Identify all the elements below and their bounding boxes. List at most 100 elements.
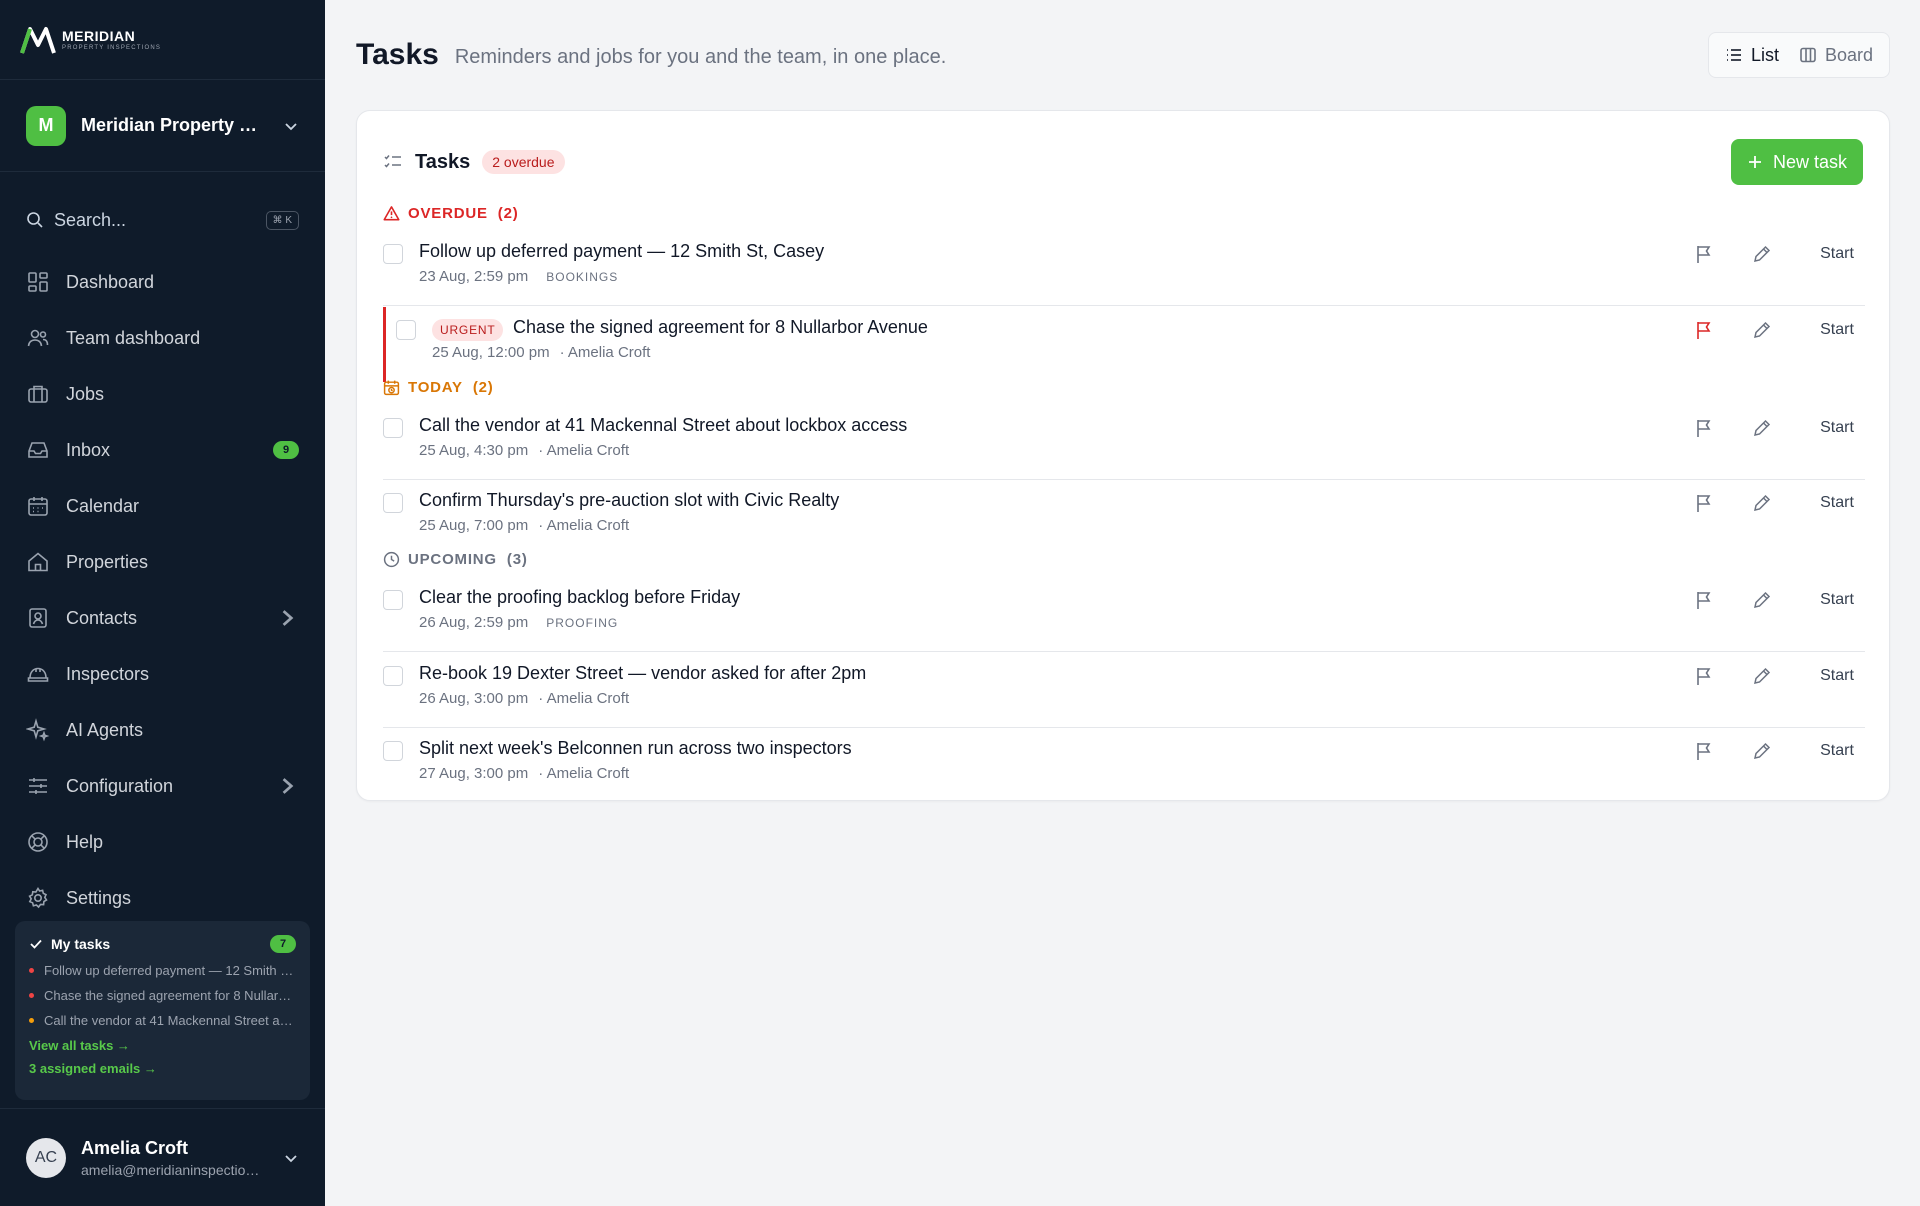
start-task-button[interactable]: Start [1809,591,1865,609]
tasks-card: Tasks 2 overdue New task OVERDUE (2) Follo… [356,110,1890,801]
overdue-badge: 2 overdue [482,150,565,174]
task-row[interactable]: Follow up deferred payment — 12 Smith St… [383,231,1865,306]
task-row[interactable]: URGENT Chase the signed agreement for 8 N… [383,307,1865,382]
task-checkbox[interactable] [383,666,403,686]
urgent-badge: URGENT [432,319,504,341]
flag-icon[interactable] [1693,665,1715,687]
task-title[interactable]: Call the vendor at 41 Mackennal Street a… [419,415,907,436]
checklist-icon [384,155,401,168]
my-tasks-item[interactable]: Follow up deferred payment — 12 Smith St… [29,963,296,978]
flag-icon[interactable] [1693,319,1715,341]
sidebar-item-dashboard[interactable]: Dashboard [0,254,325,310]
sidebar-item-label: Dashboard [66,271,155,292]
task-assignee: · Amelia Croft [538,517,630,534]
my-tasks-item[interactable]: Chase the signed agreement for 8 Nullarb… [29,988,296,1003]
task-meta: 25 Aug, 7:00 pm · Amelia Croft [419,517,629,534]
edit-pencil-icon[interactable] [1751,417,1773,439]
sidebar-nav: Dashboard Team dashboard Jobs Inbox 9 Calenda… [0,254,325,926]
start-task-button[interactable]: Start [1809,494,1865,512]
sidebar-item-label: Inspectors [66,663,150,684]
chevron-right-icon [282,610,294,626]
task-row[interactable]: Clear the proofing backlog before Friday… [383,577,1865,652]
inbox-icon [28,442,48,458]
flag-icon[interactable] [1693,589,1715,611]
view-toggle: List Board [1707,32,1890,78]
edit-pencil-icon[interactable] [1751,665,1773,687]
chevron-right-icon [282,778,294,794]
sidebar-item-settings[interactable]: Settings [0,870,325,926]
flag-icon[interactable] [1693,492,1715,514]
section-label: OVERDUE [408,205,488,222]
sidebar-item-calendar[interactable]: Calendar [0,478,325,534]
edit-pencil-icon[interactable] [1751,740,1773,762]
flag-icon[interactable] [1693,417,1715,439]
sidebar-item-help[interactable]: Help [0,814,325,870]
task-checkbox[interactable] [383,493,403,513]
sidebar-item-inbox[interactable]: Inbox 9 [0,422,325,478]
task-title[interactable]: Clear the proofing backlog before Friday [419,587,740,608]
task-checkbox[interactable] [383,741,403,761]
edit-pencil-icon[interactable] [1751,492,1773,514]
sidebar-item-jobs[interactable]: Jobs [0,366,325,422]
user-menu[interactable]: AC Amelia Croft amelia@meridianinspectio… [0,1108,325,1206]
task-actions: Start [1693,740,1865,762]
hardhat-icon [27,667,49,682]
chevron-down-icon [285,1154,297,1162]
task-title[interactable]: Confirm Thursday's pre-auction slot with… [419,490,839,511]
sidebar-item-inspectors[interactable]: Inspectors [0,646,325,702]
task-title[interactable]: Chase the signed agreement for 8 Nullarb… [513,317,928,338]
task-title[interactable]: Follow up deferred payment — 12 Smith St… [419,241,824,262]
sidebar-item-contacts[interactable]: Contacts [0,590,325,646]
sidebar-item-label: AI Agents [66,719,144,740]
start-task-button[interactable]: Start [1809,245,1865,263]
flag-icon[interactable] [1693,243,1715,265]
task-due-date: 25 Aug, 4:30 pm [419,442,529,459]
start-task-button[interactable]: Start [1809,667,1865,685]
lifebuoy-icon [28,832,48,852]
start-task-button[interactable]: Start [1809,419,1865,437]
task-row[interactable]: Split next week's Belconnen run across t… [383,728,1865,803]
priority-dot [29,993,34,998]
my-tasks-item[interactable]: Call the vendor at 41 Mackennal Street a… [29,1013,296,1028]
sidebar-item-configuration[interactable]: Configuration [0,758,325,814]
sidebar-item-ai-agents[interactable]: AI Agents [0,702,325,758]
task-checkbox[interactable] [383,244,403,264]
search-shortcut: ⌘ K [265,210,299,230]
new-task-button[interactable]: New task [1730,139,1863,185]
edit-pencil-icon[interactable] [1751,243,1773,265]
assigned-emails-link[interactable]: 3 assigned emails → [29,1061,296,1076]
section-overdue: OVERDUE (2) [383,205,519,222]
task-checkbox[interactable] [396,320,416,340]
task-row[interactable]: Call the vendor at 41 Mackennal Street a… [383,405,1865,480]
search-placeholder: Search... [54,209,127,230]
view-list-button[interactable]: List [1715,38,1789,72]
task-due-date: 27 Aug, 3:00 pm [419,765,529,782]
my-tasks-item-text: Chase the signed agreement for 8 Nullarb… [44,988,296,1003]
task-checkbox[interactable] [383,590,403,610]
my-tasks-item-text: Follow up deferred payment — 12 Smith St… [44,963,296,978]
edit-pencil-icon[interactable] [1751,319,1773,341]
view-board-button[interactable]: Board [1789,38,1883,72]
sidebar-item-team-dashboard[interactable]: Team dashboard [0,310,325,366]
task-title[interactable]: Re-book 19 Dexter Street — vendor asked … [419,663,866,684]
my-tasks-header[interactable]: My tasks 7 [29,935,296,953]
sidebar-item-label: Configuration [66,775,174,796]
start-task-button[interactable]: Start [1809,742,1865,760]
task-title[interactable]: Split next week's Belconnen run across t… [419,738,852,759]
view-all-tasks-link[interactable]: View all tasks → [29,1038,296,1053]
brand[interactable]: MERIDIAN PROPERTY INSPECTIONS [0,0,325,80]
user-name: Amelia Croft [81,1137,189,1158]
task-due-date: 25 Aug, 7:00 pm [419,517,529,534]
team-icon [27,329,49,347]
org-switcher[interactable]: M Meridian Property Inspections [0,80,325,172]
task-due-date: 25 Aug, 12:00 pm [432,344,550,361]
edit-pencil-icon[interactable] [1751,589,1773,611]
task-row[interactable]: Re-book 19 Dexter Street — vendor asked … [383,653,1865,728]
sidebar-search[interactable]: Search... ⌘ K [26,200,299,240]
start-task-button[interactable]: Start [1809,321,1865,339]
sidebar-item-properties[interactable]: Properties [0,534,325,590]
task-tag: BOOKINGS [546,269,619,284]
task-row[interactable]: Confirm Thursday's pre-auction slot with… [383,480,1865,555]
task-checkbox[interactable] [383,418,403,438]
flag-icon[interactable] [1693,740,1715,762]
